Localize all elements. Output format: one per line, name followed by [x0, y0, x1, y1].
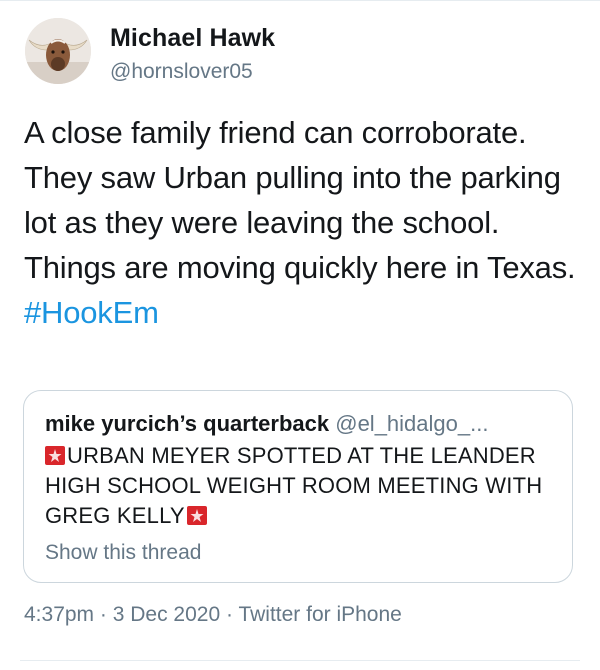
author-name[interactable]: Michael Hawk — [110, 24, 275, 53]
bottom-divider — [20, 660, 580, 661]
meta-separator: · — [220, 603, 239, 626]
meta-separator: · — [94, 603, 113, 626]
avatar[interactable] — [25, 18, 91, 84]
hashtag-link[interactable]: #HookEm — [24, 295, 159, 330]
tweet-body: A close family friend can corroborate. T… — [24, 115, 576, 285]
quoted-author-name: mike yurcich’s quarterback — [45, 411, 330, 436]
tweet-time[interactable]: 4:37pm — [24, 603, 94, 626]
tweet-metadata: 4:37pm · 3 Dec 2020 · Twitter for iPhone — [24, 603, 402, 627]
quoted-tweet-header: mike yurcich’s quarterback @el_hidalgo_.… — [45, 411, 565, 437]
author-handle[interactable]: @hornslover05 — [110, 60, 253, 84]
quoted-author-handle: @el_hidalgo_... — [335, 411, 489, 436]
police-light-icon — [186, 506, 207, 525]
police-light-icon — [45, 446, 65, 465]
top-divider — [0, 0, 600, 1]
longhorn-avatar-image — [25, 18, 91, 84]
quoted-tweet-body: URBAN MEYER SPOTTED AT THE LEANDER HIGH … — [45, 443, 543, 528]
quoted-tweet-text: URBAN MEYER SPOTTED AT THE LEANDER HIGH … — [45, 441, 565, 531]
tweet-source[interactable]: Twitter for iPhone — [238, 603, 401, 626]
quoted-tweet-card[interactable]: mike yurcich’s quarterback @el_hidalgo_.… — [23, 390, 573, 583]
tweet-text: A close family friend can corroborate. T… — [24, 110, 584, 335]
tweet-date[interactable]: 3 Dec 2020 — [113, 603, 220, 626]
show-thread-link[interactable]: Show this thread — [45, 541, 201, 565]
